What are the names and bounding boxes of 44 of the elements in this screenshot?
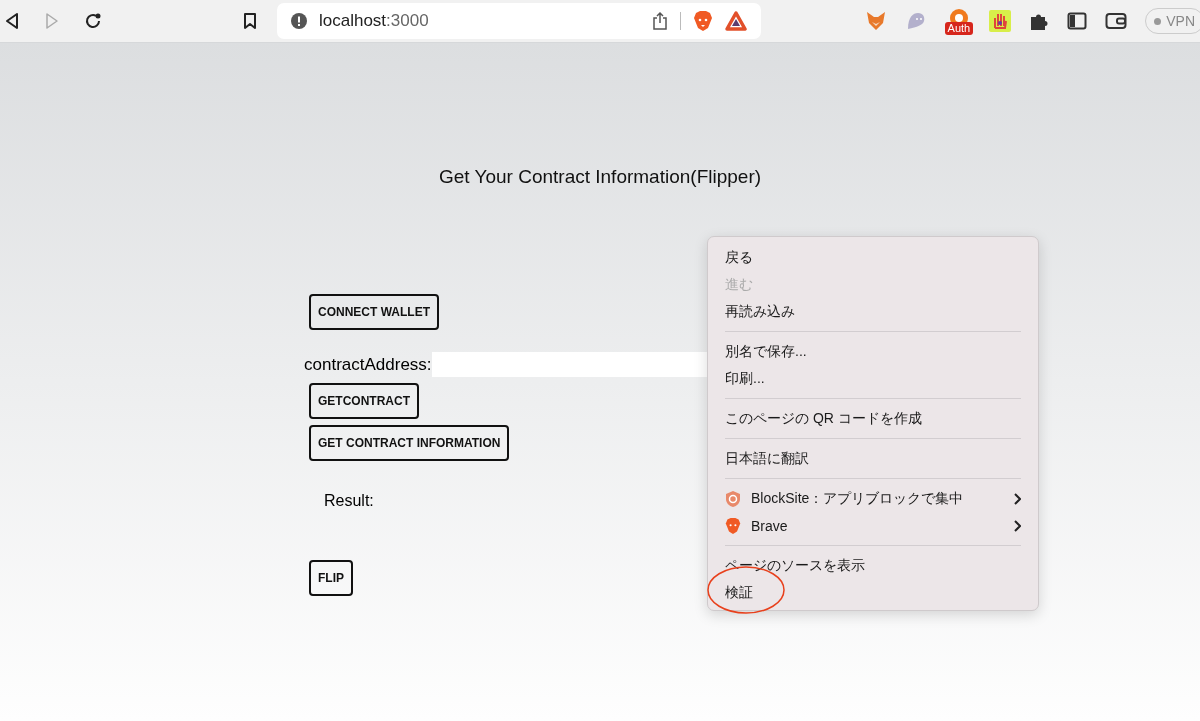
- menu-item[interactable]: 検証: [725, 579, 1021, 606]
- menu-item-label: 検証: [725, 583, 753, 602]
- menu-item[interactable]: 別名で保存...: [725, 338, 1021, 365]
- menu-item[interactable]: 印刷...: [725, 365, 1021, 392]
- lion-shield-icon: [725, 516, 741, 535]
- connect-wallet-button[interactable]: CONNECT WALLET: [309, 294, 439, 330]
- triangle-icon[interactable]: [725, 11, 747, 31]
- get-info-button[interactable]: GET CONTRACT INFORMATION: [309, 425, 510, 461]
- menu-item[interactable]: 再読み込み: [725, 298, 1021, 325]
- wallet-icon[interactable]: [1105, 12, 1128, 30]
- share-icon[interactable]: [652, 11, 668, 31]
- menu-item-label: 再読み込み: [725, 302, 795, 321]
- hand-icon[interactable]: [989, 10, 1012, 32]
- page-title: Get Your Contract Information(Flipper): [437, 166, 763, 188]
- get-contract-button[interactable]: GETCONTRACT: [309, 383, 419, 419]
- back-icon[interactable]: [5, 12, 19, 30]
- menu-item-label: 進む: [725, 275, 753, 294]
- menu-item[interactable]: このページの QR コードを作成: [725, 405, 1021, 432]
- menu-item-label: Brave: [751, 517, 788, 534]
- menu-item-label: 別名で保存...: [725, 342, 807, 361]
- flip-button[interactable]: FLIP: [309, 560, 353, 596]
- menu-item[interactable]: Brave: [725, 512, 1021, 539]
- address-label: contractAddress:: [304, 354, 432, 375]
- menu-item-label: BlockSite：アプリブロックで集中: [751, 489, 964, 508]
- menu-item-label: 戻る: [725, 248, 753, 267]
- lion-shield-icon[interactable]: [693, 10, 713, 32]
- chevron-icon: [1013, 492, 1021, 505]
- menu-item[interactable]: 日本語に翻訳: [725, 445, 1021, 472]
- auth-badge: Auth: [944, 21, 974, 35]
- menu-item-label: 印刷...: [725, 369, 765, 388]
- result-label: Result:: [324, 492, 374, 510]
- address-bar[interactable]: localhost:3000: [277, 3, 761, 39]
- chevron-icon: [1013, 519, 1021, 532]
- reload-icon[interactable]: [83, 11, 103, 31]
- menu-item[interactable]: BlockSite：アプリブロックで集中: [725, 485, 1021, 512]
- menu-item-label: 日本語に翻訳: [725, 449, 809, 468]
- shield-icon: [725, 489, 741, 508]
- bookmark-icon[interactable]: [243, 12, 257, 30]
- warning-icon: [291, 13, 307, 29]
- fox-icon[interactable]: [864, 11, 887, 31]
- menu-item-label: このページの QR コードを作成: [725, 409, 922, 428]
- sidebar-icon[interactable]: [1067, 12, 1088, 30]
- menu-item[interactable]: 戻る: [725, 244, 1021, 271]
- url-text: localhost:3000: [319, 11, 429, 31]
